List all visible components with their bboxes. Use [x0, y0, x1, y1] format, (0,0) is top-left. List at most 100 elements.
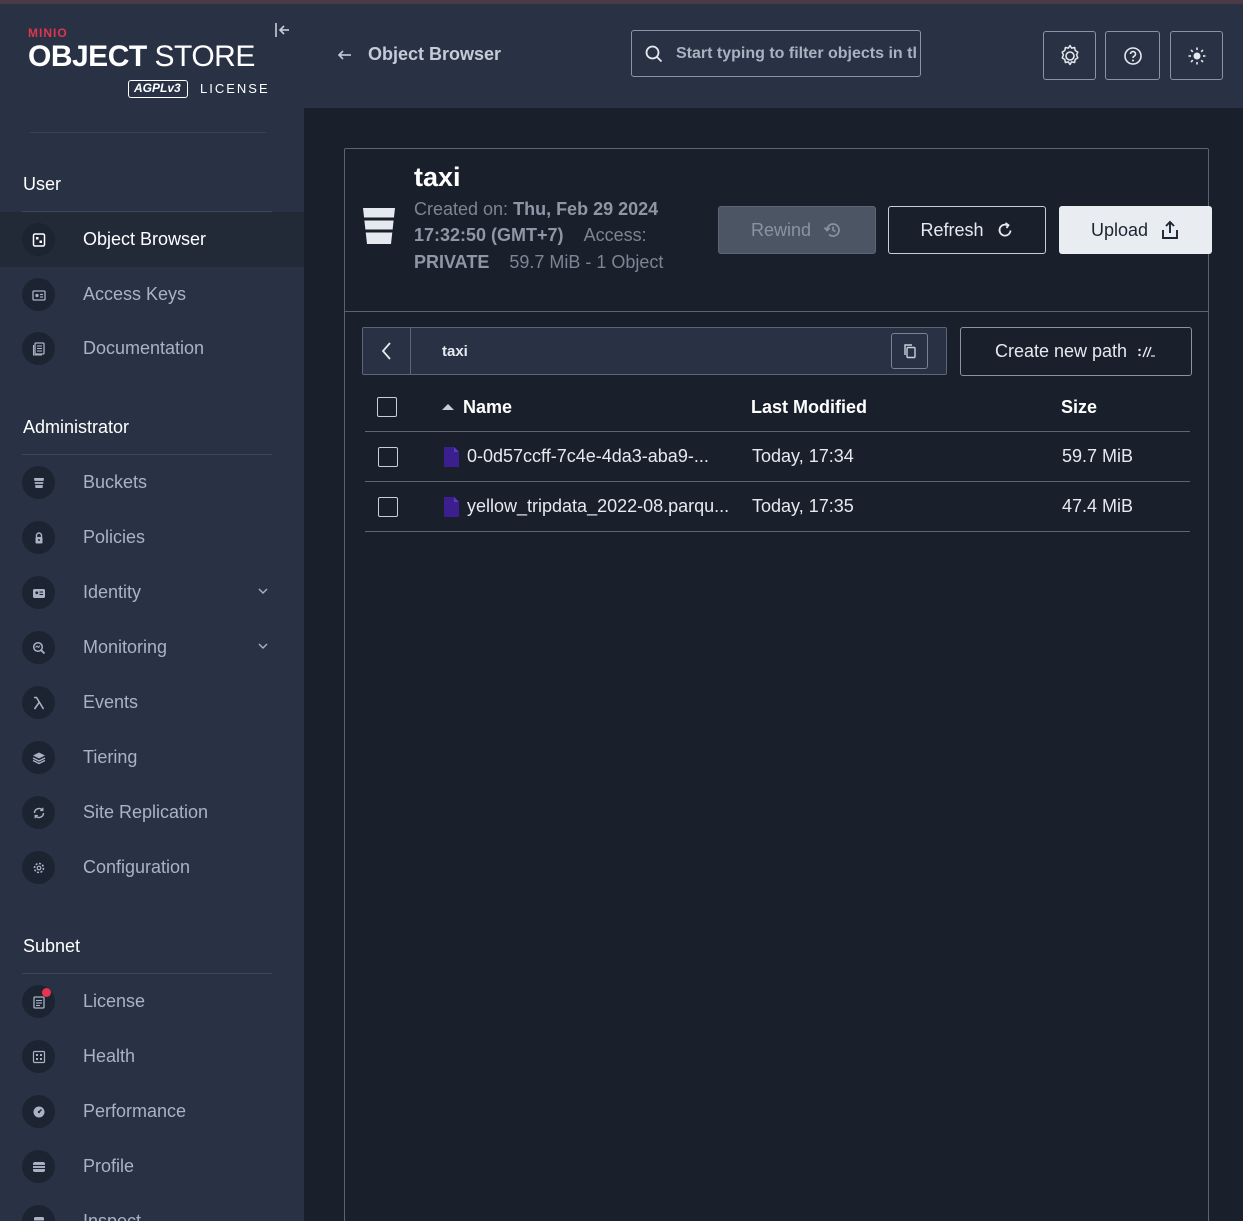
copy-path-button[interactable] — [891, 333, 928, 369]
sidebar-item-profile[interactable]: Profile — [0, 1139, 304, 1194]
sidebar-item-performance[interactable]: Performance — [0, 1084, 304, 1139]
objects-table-header: Name Last Modified Size — [365, 383, 1190, 432]
brand-minio-text: MINIO — [28, 26, 68, 40]
sidebar-item-object-browser[interactable]: Object Browser — [0, 212, 304, 267]
breadcrumb-bucket[interactable]: taxi — [442, 343, 468, 360]
settings-icon — [1060, 44, 1079, 65]
upload-icon — [1162, 220, 1178, 239]
agpl-badge: AGPLv3 — [128, 80, 188, 98]
sidebar-item-inspect[interactable]: Inspect — [0, 1194, 304, 1221]
back-arrow-icon[interactable] — [336, 46, 354, 64]
help-button[interactable] — [1105, 31, 1160, 80]
sidebar-item-label: Performance — [83, 1101, 187, 1121]
sidebar-item-label: Profile — [83, 1156, 135, 1176]
search-input[interactable] — [676, 31, 916, 76]
column-header-name[interactable]: Name — [463, 397, 512, 418]
sidebar-item-license[interactable]: License — [0, 974, 304, 1029]
layers-icon — [22, 741, 55, 774]
sidebar-item-label: Documentation — [83, 338, 205, 358]
brand-product-name: OBJECT STORE — [28, 42, 255, 72]
sidebar-item-monitoring[interactable]: Monitoring — [0, 620, 304, 675]
sidebar-item-label: Health — [83, 1046, 136, 1066]
sidebar-item-label: Configuration — [83, 857, 191, 877]
path-back-button[interactable] — [363, 328, 411, 374]
file-icon — [443, 446, 460, 468]
upload-label: Upload — [1090, 219, 1149, 240]
collapse-sidebar-icon[interactable] — [272, 20, 292, 40]
refresh-button[interactable]: Refresh — [888, 206, 1046, 254]
create-new-path-button[interactable]: Create new path — [960, 327, 1192, 376]
sidebar-item-events[interactable]: Events — [0, 675, 304, 730]
access-value: PRIVATE — [414, 251, 490, 272]
object-browser-icon — [22, 223, 55, 256]
monitoring-icon — [22, 631, 55, 664]
chevron-down-icon[interactable] — [254, 582, 272, 600]
rewind-button[interactable]: Rewind — [718, 206, 876, 254]
sidebar-item-configuration[interactable]: Configuration — [0, 840, 304, 895]
row-checkbox[interactable] — [378, 447, 398, 467]
table-row[interactable]: yellow_tripdata_2022-08.parqu... Today, … — [365, 482, 1190, 532]
replication-icon — [22, 796, 55, 829]
object-filter-search[interactable] — [631, 30, 921, 77]
refresh-label: Refresh — [920, 219, 984, 240]
sidebar-item-policies[interactable]: Policies — [0, 510, 304, 565]
sidebar-item-buckets[interactable]: Buckets — [0, 455, 304, 510]
chevron-down-icon[interactable] — [254, 637, 272, 655]
sidebar-item-tiering[interactable]: Tiering — [0, 730, 304, 785]
brand-product-bold: OBJECT — [28, 40, 147, 73]
object-last-modified: Today, 17:35 — [752, 496, 854, 516]
created-label: Created on: — [414, 199, 509, 219]
sidebar-item-label: Site Replication — [83, 802, 209, 822]
theme-toggle-icon — [1188, 47, 1205, 64]
create-new-path-label: Create new path — [994, 341, 1128, 361]
settings-button[interactable] — [1043, 31, 1096, 80]
sidebar-item-documentation[interactable]: Documentation — [0, 321, 304, 376]
profile-icon — [22, 1150, 55, 1183]
table-row[interactable]: 0-0d57ccff-7c4e-4da3-aba9-... Today, 17:… — [365, 432, 1190, 482]
theme-toggle-button[interactable] — [1170, 31, 1223, 80]
notification-dot — [42, 988, 51, 997]
copy-icon — [903, 344, 916, 359]
identity-icon — [22, 576, 55, 609]
chevron-left-icon — [381, 342, 391, 360]
object-name[interactable]: 0-0d57ccff-7c4e-4da3-aba9-... — [467, 446, 709, 467]
sidebar-item-access-keys[interactable]: Access Keys — [0, 267, 304, 322]
sidebar-item-label: Identity — [83, 582, 142, 602]
bucket-icon — [361, 206, 397, 246]
sidebar-item-health[interactable]: Health — [0, 1029, 304, 1084]
column-header-last-modified[interactable]: Last Modified — [751, 397, 867, 418]
sidebar-item-label: License — [83, 991, 146, 1011]
lock-icon — [22, 521, 55, 554]
brand-logo: MINIO OBJECT STORE AGPLv3 LICENSE — [28, 26, 268, 98]
sidebar-item-identity[interactable]: Identity — [0, 565, 304, 620]
brand-divider — [30, 132, 266, 133]
column-header-size[interactable]: Size — [1061, 397, 1097, 418]
file-icon — [443, 496, 460, 518]
section-title-subnet: Subnet — [23, 936, 81, 956]
sidebar-item-label: Events — [83, 692, 139, 712]
rewind-label: Rewind — [750, 219, 812, 240]
brand-license: AGPLv3 LICENSE — [128, 78, 268, 100]
bucket-meta: Created on: Thu, Feb 29 2024 17:32:50 (G… — [414, 196, 724, 275]
inspect-icon — [22, 1205, 55, 1221]
sidebar-item-label: Object Browser — [83, 229, 207, 249]
object-name[interactable]: yellow_tripdata_2022-08.parqu... — [467, 496, 729, 517]
sidebar-item-label: Inspect — [83, 1211, 142, 1221]
refresh-icon — [998, 222, 1011, 237]
license-text: LICENSE — [200, 81, 270, 96]
path-breadcrumb: taxi — [362, 327, 947, 375]
select-all-checkbox[interactable] — [377, 397, 397, 417]
new-path-icon — [1138, 346, 1156, 357]
sort-ascending-icon[interactable] — [442, 404, 454, 410]
bucket-info-divider — [344, 311, 1209, 312]
performance-icon — [22, 1095, 55, 1128]
sidebar-item-site-replication[interactable]: Site Replication — [0, 785, 304, 840]
lambda-icon — [22, 686, 55, 719]
brand-product-light: STORE — [146, 40, 256, 73]
upload-button[interactable]: Upload — [1059, 206, 1212, 254]
sidebar-item-label: Access Keys — [83, 284, 187, 304]
row-checkbox[interactable] — [378, 497, 398, 517]
section-title-user: User — [23, 174, 62, 194]
top-header: Object Browser — [304, 4, 1243, 108]
bucket-panel — [344, 148, 1209, 1221]
